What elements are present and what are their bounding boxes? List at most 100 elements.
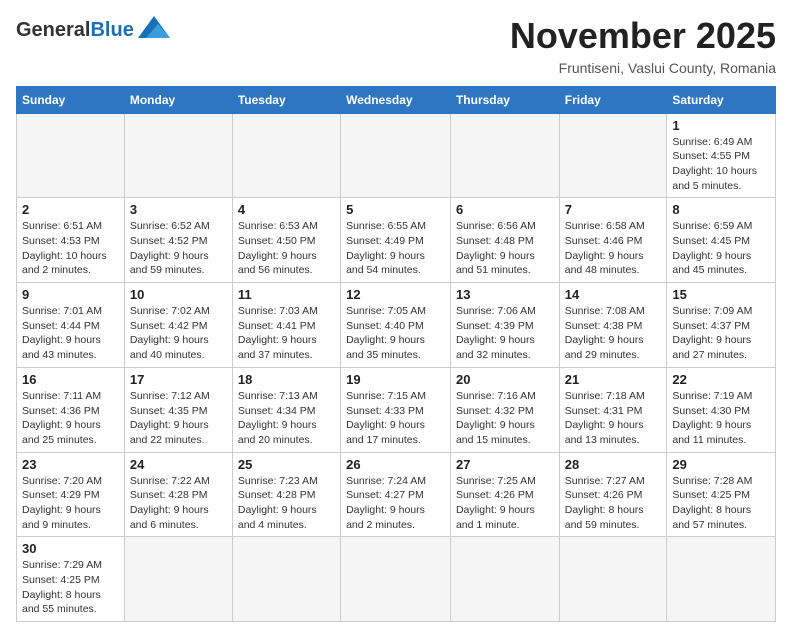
day-info: Sunrise: 6:52 AM Sunset: 4:52 PM Dayligh… (130, 219, 227, 278)
calendar-day-cell: 19Sunrise: 7:15 AM Sunset: 4:33 PM Dayli… (341, 367, 451, 452)
calendar-day-cell: 9Sunrise: 7:01 AM Sunset: 4:44 PM Daylig… (17, 283, 125, 368)
day-number: 24 (130, 457, 227, 472)
day-number: 5 (346, 202, 445, 217)
day-info: Sunrise: 7:13 AM Sunset: 4:34 PM Dayligh… (238, 389, 335, 448)
calendar-day-cell: 30Sunrise: 7:29 AM Sunset: 4:25 PM Dayli… (17, 537, 125, 622)
calendar-week-2: 2 Sunrise: 6:51 AM Sunset: 4:53 PM Daylig… (17, 198, 776, 283)
day-info: Sunrise: 7:03 AM Sunset: 4:41 PM Dayligh… (238, 304, 335, 363)
calendar-day-cell (17, 113, 125, 198)
day-number: 7 (565, 202, 662, 217)
day-info: Sunrise: 7:02 AM Sunset: 4:42 PM Dayligh… (130, 304, 227, 363)
calendar-day-cell: 24 Sunrise: 7:22 AM Sunset: 4:28 PM Dayli… (124, 452, 232, 537)
day-info: Sunrise: 7:24 AM Sunset: 4:27 PM Dayligh… (346, 474, 445, 533)
day-info: Sunrise: 6:59 AM Sunset: 4:45 PM Dayligh… (672, 219, 770, 278)
day-number: 10 (130, 287, 227, 302)
day-number: 17 (130, 372, 227, 387)
day-info: Sunrise: 7:12 AM Sunset: 4:35 PM Dayligh… (130, 389, 227, 448)
day-info: Sunrise: 7:23 AM Sunset: 4:28 PM Dayligh… (238, 474, 335, 533)
day-info: Sunrise: 7:01 AM Sunset: 4:44 PM Dayligh… (22, 304, 119, 363)
day-info: Sunrise: 7:11 AM Sunset: 4:36 PM Dayligh… (22, 389, 119, 448)
day-number: 19 (346, 372, 445, 387)
calendar-week-6: 30Sunrise: 7:29 AM Sunset: 4:25 PM Dayli… (17, 537, 776, 622)
day-number: 25 (238, 457, 335, 472)
day-number: 28 (565, 457, 662, 472)
day-number: 14 (565, 287, 662, 302)
calendar-day-cell: 23Sunrise: 7:20 AM Sunset: 4:29 PM Dayli… (17, 452, 125, 537)
day-number: 27 (456, 457, 554, 472)
calendar-day-cell: 14 Sunrise: 7:08 AM Sunset: 4:38 PM Dayli… (559, 283, 667, 368)
calendar-day-cell (450, 537, 559, 622)
month-title: November 2025 (510, 16, 776, 56)
calendar-day-cell: 17 Sunrise: 7:12 AM Sunset: 4:35 PM Dayli… (124, 367, 232, 452)
day-info: Sunrise: 6:53 AM Sunset: 4:50 PM Dayligh… (238, 219, 335, 278)
day-info: Sunrise: 7:18 AM Sunset: 4:31 PM Dayligh… (565, 389, 662, 448)
calendar-day-cell (667, 537, 776, 622)
calendar-day-cell: 3 Sunrise: 6:52 AM Sunset: 4:52 PM Daylig… (124, 198, 232, 283)
weekday-header-sunday: Sunday (17, 86, 125, 113)
day-info: Sunrise: 7:16 AM Sunset: 4:32 PM Dayligh… (456, 389, 554, 448)
day-info: Sunrise: 7:06 AM Sunset: 4:39 PM Dayligh… (456, 304, 554, 363)
calendar-day-cell (341, 537, 451, 622)
day-number: 29 (672, 457, 770, 472)
logo: General Blue (16, 16, 170, 40)
weekday-header-wednesday: Wednesday (341, 86, 451, 113)
calendar-day-cell (124, 113, 232, 198)
day-number: 2 (22, 202, 119, 217)
day-info: Sunrise: 7:27 AM Sunset: 4:26 PM Dayligh… (565, 474, 662, 533)
day-number: 13 (456, 287, 554, 302)
calendar-day-cell: 10 Sunrise: 7:02 AM Sunset: 4:42 PM Dayli… (124, 283, 232, 368)
location-title: Fruntiseni, Vaslui County, Romania (510, 60, 776, 76)
weekday-header-row: SundayMondayTuesdayWednesdayThursdayFrid… (17, 86, 776, 113)
title-area: November 2025 Fruntiseni, Vaslui County,… (510, 16, 776, 76)
calendar-day-cell: 4 Sunrise: 6:53 AM Sunset: 4:50 PM Daylig… (232, 198, 340, 283)
day-info: Sunrise: 7:22 AM Sunset: 4:28 PM Dayligh… (130, 474, 227, 533)
day-number: 30 (22, 541, 119, 556)
calendar-day-cell: 27Sunrise: 7:25 AM Sunset: 4:26 PM Dayli… (450, 452, 559, 537)
calendar-day-cell: 12 Sunrise: 7:05 AM Sunset: 4:40 PM Dayli… (341, 283, 451, 368)
logo-icon (138, 16, 170, 38)
calendar-day-cell (559, 113, 667, 198)
day-number: 6 (456, 202, 554, 217)
logo-general-text: General (16, 20, 90, 40)
weekday-header-thursday: Thursday (450, 86, 559, 113)
calendar-day-cell: 13 Sunrise: 7:06 AM Sunset: 4:39 PM Dayli… (450, 283, 559, 368)
day-number: 4 (238, 202, 335, 217)
day-info: Sunrise: 6:56 AM Sunset: 4:48 PM Dayligh… (456, 219, 554, 278)
day-number: 22 (672, 372, 770, 387)
day-number: 20 (456, 372, 554, 387)
day-info: Sunrise: 7:08 AM Sunset: 4:38 PM Dayligh… (565, 304, 662, 363)
weekday-header-saturday: Saturday (667, 86, 776, 113)
day-info: Sunrise: 7:20 AM Sunset: 4:29 PM Dayligh… (22, 474, 119, 533)
logo-blue-text: Blue (90, 20, 133, 40)
calendar-day-cell: 22Sunrise: 7:19 AM Sunset: 4:30 PM Dayli… (667, 367, 776, 452)
calendar-day-cell: 29Sunrise: 7:28 AM Sunset: 4:25 PM Dayli… (667, 452, 776, 537)
calendar-day-cell: 18Sunrise: 7:13 AM Sunset: 4:34 PM Dayli… (232, 367, 340, 452)
calendar-week-4: 16Sunrise: 7:11 AM Sunset: 4:36 PM Dayli… (17, 367, 776, 452)
day-number: 8 (672, 202, 770, 217)
calendar-day-cell (232, 113, 340, 198)
day-number: 26 (346, 457, 445, 472)
day-info: Sunrise: 6:49 AM Sunset: 4:55 PM Dayligh… (672, 135, 770, 194)
calendar-day-cell (124, 537, 232, 622)
calendar-week-5: 23Sunrise: 7:20 AM Sunset: 4:29 PM Dayli… (17, 452, 776, 537)
calendar-day-cell: 7Sunrise: 6:58 AM Sunset: 4:46 PM Daylig… (559, 198, 667, 283)
day-number: 15 (672, 287, 770, 302)
weekday-header-friday: Friday (559, 86, 667, 113)
calendar-day-cell: 5Sunrise: 6:55 AM Sunset: 4:49 PM Daylig… (341, 198, 451, 283)
day-info: Sunrise: 7:05 AM Sunset: 4:40 PM Dayligh… (346, 304, 445, 363)
calendar-day-cell (450, 113, 559, 198)
calendar-day-cell: 1Sunrise: 6:49 AM Sunset: 4:55 PM Daylig… (667, 113, 776, 198)
day-number: 11 (238, 287, 335, 302)
day-number: 12 (346, 287, 445, 302)
calendar-day-cell (559, 537, 667, 622)
calendar-day-cell (341, 113, 451, 198)
header: General Blue November 2025 Fruntiseni, V… (16, 16, 776, 76)
weekday-header-tuesday: Tuesday (232, 86, 340, 113)
calendar-day-cell: 26 Sunrise: 7:24 AM Sunset: 4:27 PM Dayli… (341, 452, 451, 537)
day-number: 3 (130, 202, 227, 217)
calendar-week-3: 9Sunrise: 7:01 AM Sunset: 4:44 PM Daylig… (17, 283, 776, 368)
day-info: Sunrise: 6:51 AM Sunset: 4:53 PM Dayligh… (22, 219, 119, 278)
calendar-table: SundayMondayTuesdayWednesdayThursdayFrid… (16, 86, 776, 623)
day-number: 21 (565, 372, 662, 387)
weekday-header-monday: Monday (124, 86, 232, 113)
